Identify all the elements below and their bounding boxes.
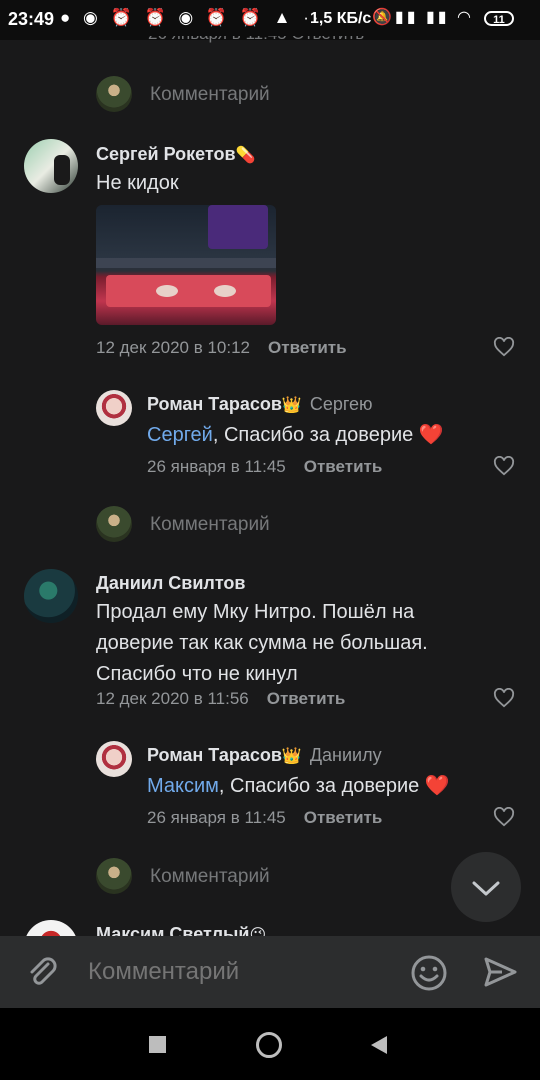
home-icon[interactable] [256, 1032, 282, 1058]
my-avatar [96, 76, 132, 112]
comment-text: Продал ему Мку Нитро. Пошёл на доверие т… [96, 597, 516, 690]
comment-text-line: Продал ему Мку Нитро. Пошёл на [96, 601, 415, 623]
reply-text: Сергей, Спасибо за доверие ❤️ [147, 420, 444, 451]
back-icon[interactable] [369, 1034, 389, 1056]
scroll-down-button[interactable] [451, 852, 521, 922]
comment-meta: 12 дек 2020 в 11:56 Ответить [96, 689, 345, 709]
heart-emoji-icon: ❤️ [418, 424, 444, 446]
comment-text: Не кидок [96, 172, 179, 194]
reply-to[interactable]: Даниилу [310, 745, 382, 765]
image-part [156, 285, 178, 297]
reply-header: Роман Тарасов👑 Даниилу [147, 745, 382, 766]
comment-prompt[interactable]: Комментарий [150, 866, 270, 888]
reply-link[interactable]: Ответить [304, 457, 383, 476]
comment-author[interactable]: Сергей Рокетов💊 [96, 144, 255, 165]
comment-image[interactable] [96, 205, 276, 325]
status-bar: 23:49 ● ◉ ⏰ ⏰ ◉ ⏰ ⏰ ▲ ·· 1,5 КБ/с 🔕▮▮ ▮▮… [0, 0, 540, 40]
status-time: 23:49 [8, 9, 55, 29]
my-avatar [96, 858, 132, 894]
reply-date: 26 января в 11:45 [147, 457, 286, 476]
comment-input[interactable] [86, 957, 390, 987]
my-avatar [96, 506, 132, 542]
battery-icon: 11 [484, 11, 514, 26]
reply-date: 26 января в 11:45 [147, 808, 286, 827]
image-part [208, 205, 268, 249]
avatar[interactable] [24, 139, 78, 193]
comment-author[interactable]: Даниил Свилтов [96, 573, 245, 594]
reply-author[interactable]: Роман Тарасов [147, 745, 282, 765]
like-icon[interactable] [493, 806, 515, 827]
like-icon[interactable] [493, 687, 515, 708]
reply-text: Максим, Спасибо за доверие ❤️ [147, 771, 450, 802]
notification-icons: ● ◉ ⏰ ⏰ ◉ ⏰ ⏰ ▲ ·· [60, 8, 323, 27]
crown-icon: 👑 [281, 748, 302, 765]
avatar[interactable] [96, 390, 132, 426]
smile-icon[interactable] [410, 954, 448, 992]
heart-emoji-icon: ❤️ [424, 775, 450, 797]
avatar[interactable] [24, 569, 78, 623]
avatar[interactable] [96, 741, 132, 777]
mention-link[interactable]: Максим [147, 775, 219, 797]
mention-link[interactable]: Сергей [147, 424, 213, 446]
comment-prompt[interactable]: Комментарий [150, 514, 270, 536]
comment-date: 12 дек 2020 в 10:12 [96, 338, 251, 357]
like-icon[interactable] [493, 455, 515, 476]
chevron-down-icon [472, 881, 500, 896]
reply-body: , Спасибо за доверие [212, 424, 414, 446]
image-part [106, 275, 271, 307]
network-speed: 1,5 КБ/с [310, 10, 372, 27]
reply-author[interactable]: Роман Тарасов [147, 394, 282, 414]
author-badge-icon: 💊 [235, 147, 256, 164]
reply-body: , Спасибо за доверие [218, 775, 420, 797]
reply-link[interactable]: Ответить [304, 808, 383, 827]
comment-date: 12 дек 2020 в 11:56 [96, 689, 249, 708]
reply-header: Роман Тарасов👑 Сергею [147, 394, 373, 415]
reply-link[interactable]: Ответить [267, 689, 346, 708]
recents-icon[interactable] [149, 1036, 166, 1053]
send-icon[interactable] [482, 954, 518, 990]
reply-to[interactable]: Сергею [310, 394, 373, 414]
reply-meta: 26 января в 11:45 Ответить [147, 457, 382, 477]
comment-text-line: Спасибо что не кинул [96, 663, 298, 685]
image-part [214, 285, 236, 297]
system-navigation-bar [0, 1008, 540, 1080]
comment-meta: 12 дек 2020 в 10:12 Ответить [96, 338, 347, 358]
reply-link[interactable]: Ответить [268, 338, 347, 357]
paperclip-icon[interactable] [24, 954, 60, 990]
comment-prompt[interactable]: Комментарий [150, 84, 270, 106]
signal-icons: 🔕▮▮ ▮▮ ◠ [372, 9, 474, 26]
reply-meta: 26 января в 11:45 Ответить [147, 808, 382, 828]
like-icon[interactable] [493, 336, 515, 357]
crown-icon: 👑 [281, 397, 302, 414]
image-part [96, 258, 276, 268]
comment-text-line: доверие так как сумма не большая. [96, 632, 428, 654]
